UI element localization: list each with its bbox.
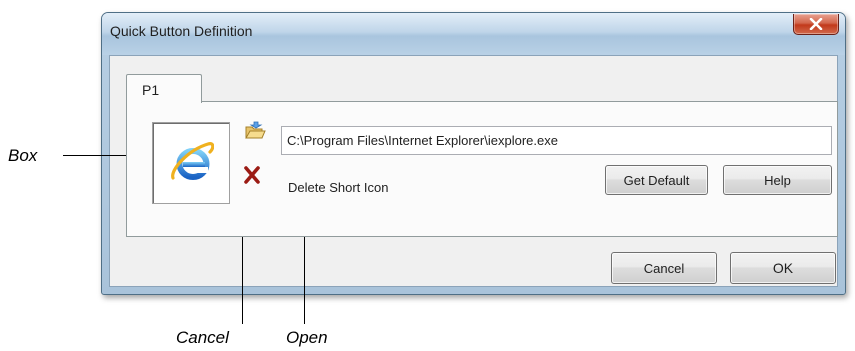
close-x-icon (809, 18, 823, 30)
icon-box (152, 122, 230, 204)
cancel-callout-label: Cancel (176, 328, 229, 347)
open-callout-label: Open (286, 328, 328, 347)
help-button[interactable]: Help (723, 165, 832, 195)
open-folder-icon (245, 121, 266, 139)
get-default-button[interactable]: Get Default (605, 165, 708, 195)
tab-p1-label: P1 (142, 82, 160, 98)
tab-p1[interactable]: P1 (126, 74, 202, 103)
tab-panel-p1: Delete Short Icon Get Default Help (126, 101, 838, 237)
window-title: Quick Button Definition (110, 23, 253, 39)
program-path-field[interactable] (281, 126, 832, 155)
ok-button[interactable]: OK (730, 252, 836, 284)
quick-button-definition-dialog: Quick Button Definition P1 C:\Program Fi… (101, 12, 846, 295)
delete-short-icon-label: Delete Short Icon (288, 180, 389, 195)
delete-short-icon-button[interactable] (243, 166, 261, 184)
red-x-icon (244, 166, 260, 184)
title-bar[interactable]: Quick Button Definition (102, 13, 845, 55)
cancel-button[interactable]: Cancel (611, 252, 717, 284)
box-callout-label: Box (8, 146, 38, 165)
internet-explorer-icon (171, 142, 214, 180)
close-button[interactable] (793, 14, 839, 35)
dialog-client-area: P1 C:\Program Files\Internet Explorer\ie… (109, 55, 838, 287)
open-folder-button[interactable] (244, 121, 266, 141)
